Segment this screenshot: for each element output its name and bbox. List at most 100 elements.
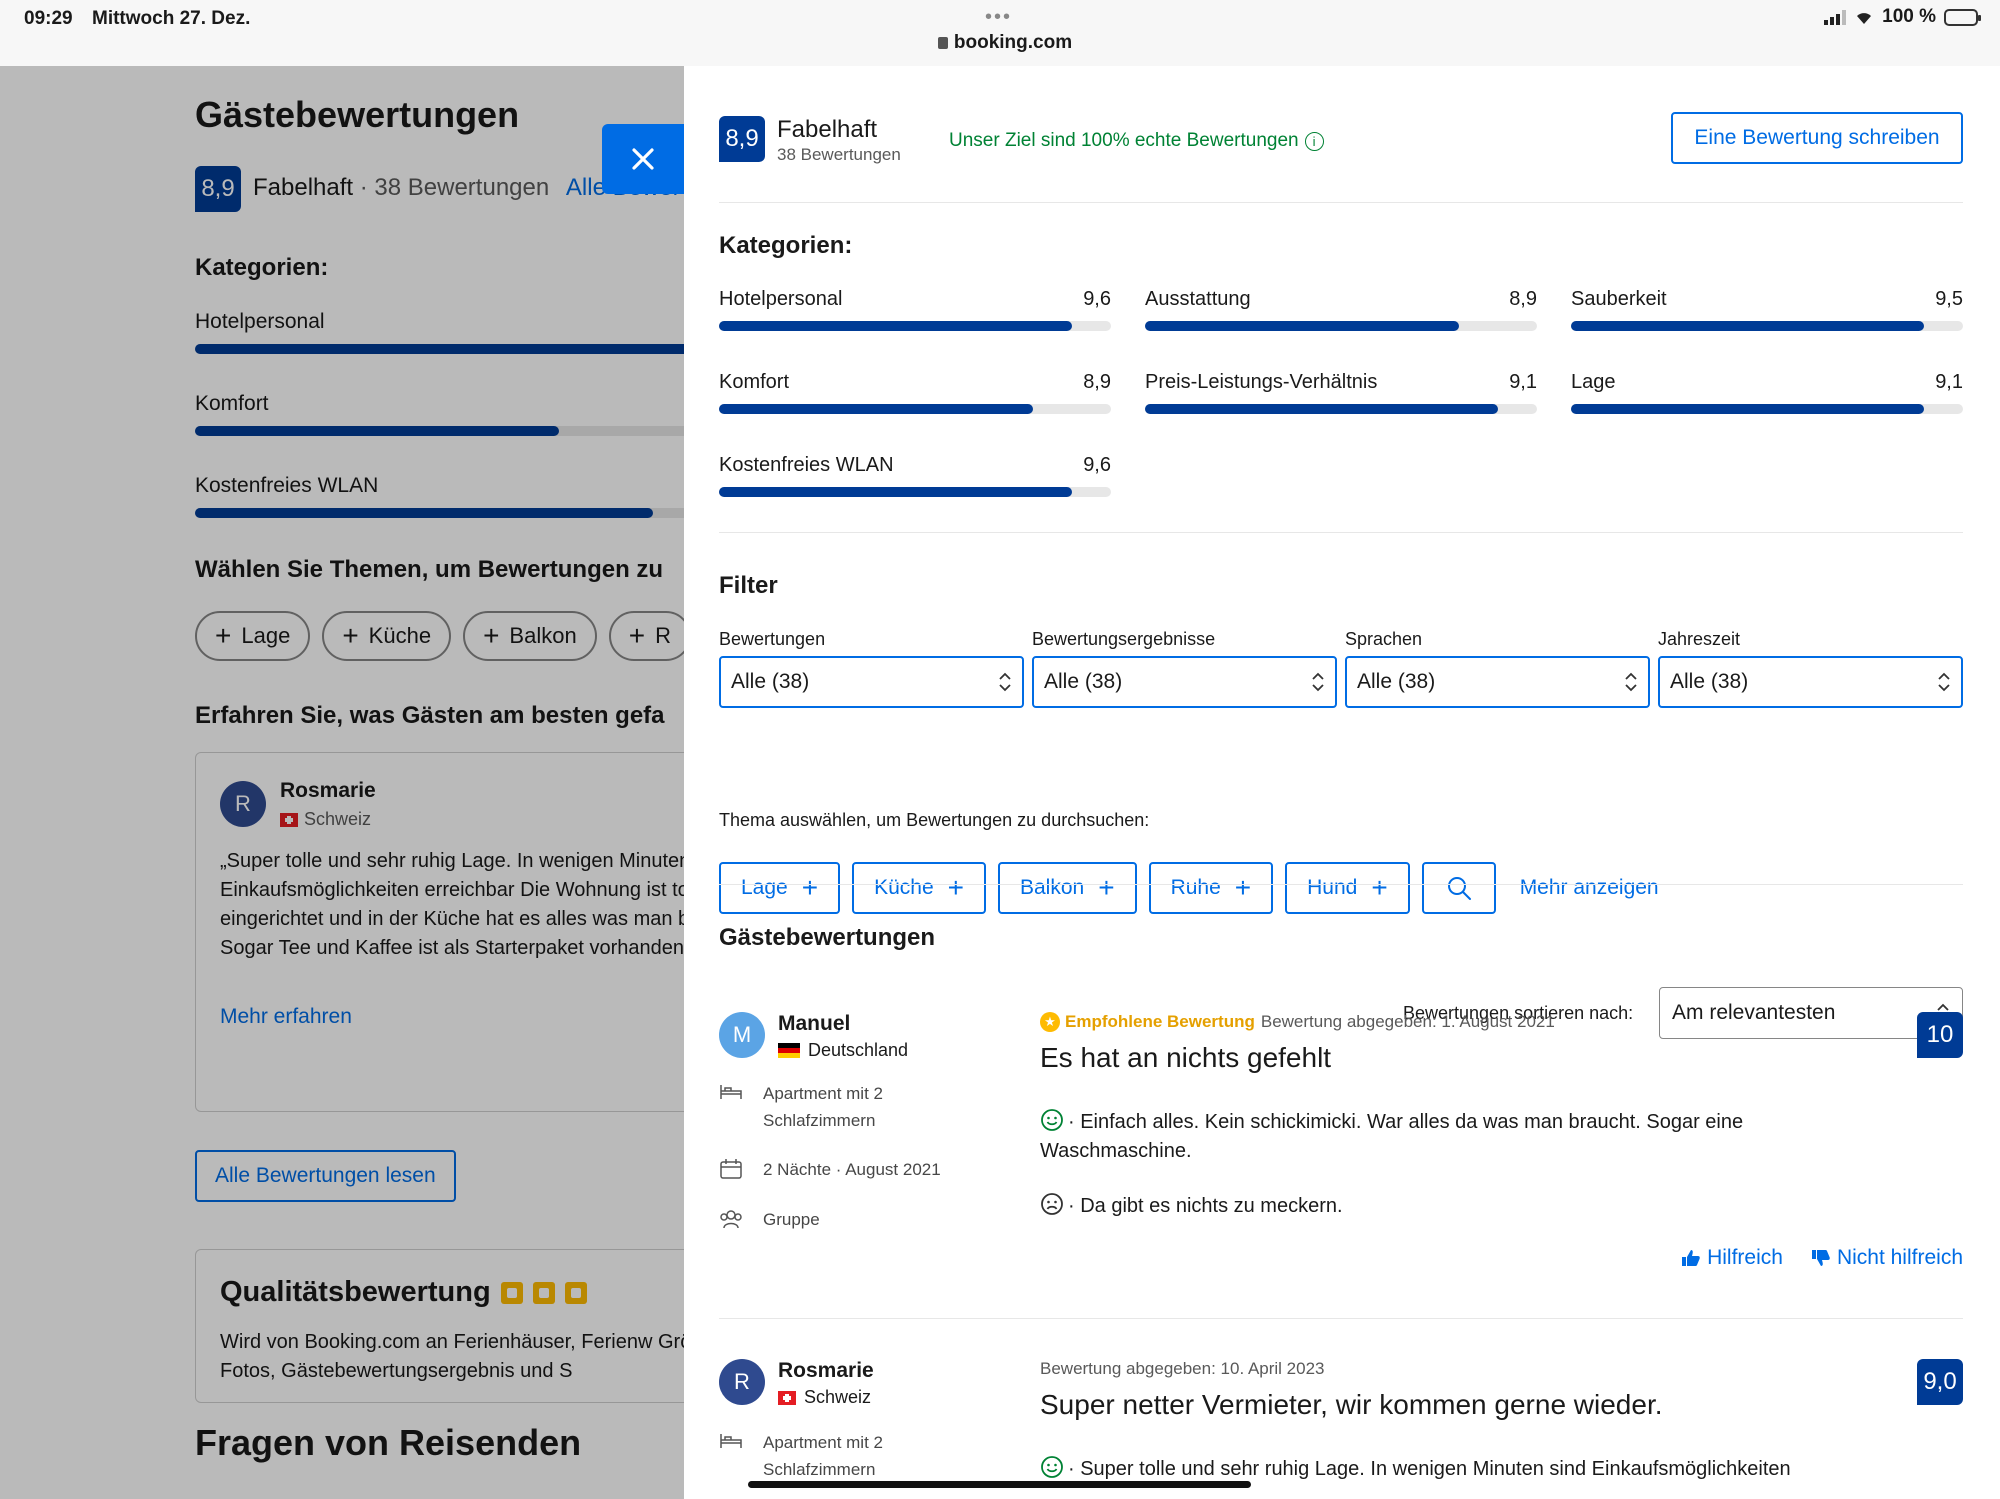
modal-overlay[interactable] xyxy=(0,66,684,1499)
lock-icon xyxy=(937,37,948,49)
theme-chip-ruhe[interactable]: Ruhe + xyxy=(1148,862,1274,914)
theme-chip-lage[interactable]: Lage + xyxy=(719,862,841,914)
not-helpful-button[interactable]: Nicht hilfreich xyxy=(1811,1246,1963,1270)
category-label: Sauberkeit xyxy=(1571,288,1667,310)
theme-search-button[interactable] xyxy=(1421,862,1496,914)
positive-text: · Einfach alles. Kein schickimicki. War … xyxy=(1040,1111,1744,1162)
category-label: Komfort xyxy=(719,371,790,393)
helpful-button[interactable]: Hilfreich xyxy=(1681,1246,1783,1270)
filter-select-scores[interactable]: Alle (38) xyxy=(1032,656,1337,708)
more-dots-icon[interactable]: ••• xyxy=(985,6,1012,29)
battery-icon xyxy=(1944,8,1981,26)
traveller-type: Gruppe xyxy=(719,1206,979,1233)
cellular-signal-icon xyxy=(1824,9,1847,25)
chevron-updown-icon xyxy=(1938,672,1950,692)
search-icon xyxy=(1447,877,1471,900)
review-title: Es hat an nichts gefehlt xyxy=(1040,1042,1332,1073)
url-bar[interactable]: booking.com xyxy=(930,32,1080,54)
star-icon: ★ xyxy=(1040,1012,1060,1032)
theme-chip-kueche[interactable]: Küche + xyxy=(852,862,986,914)
category-bar xyxy=(1571,404,1963,414)
theme-chip-balkon[interactable]: Balkon + xyxy=(997,862,1137,914)
review-date: Bewertung abgegeben: 1. August 2021 xyxy=(1260,1012,1555,1031)
close-icon xyxy=(632,148,654,170)
goal-text: Unser Ziel sind 100% echte Bewertungen xyxy=(949,130,1299,151)
category-label: Ausstattung xyxy=(1145,288,1251,310)
filter-heading: Filter xyxy=(719,572,778,599)
review-feedback: Hilfreich Nicht hilfreich xyxy=(1681,1246,1963,1270)
thumbs-down-icon xyxy=(1811,1250,1830,1266)
review-item: R Rosmarie Schweiz Apartment mit 2 Schla… xyxy=(719,1359,1963,1499)
helpful-label: Hilfreich xyxy=(1707,1246,1783,1269)
category-bar xyxy=(1145,404,1537,414)
filter-scores: Bewertungsergebnisse Alle (38) xyxy=(1032,629,1337,708)
status-indicators: 100 % xyxy=(1824,6,1981,28)
divider xyxy=(719,884,1963,885)
chevron-updown-icon xyxy=(999,672,1011,692)
review-positive: · Super tolle und sehr ruhig Lage. In we… xyxy=(1040,1455,1900,1484)
group-icon xyxy=(720,1210,742,1229)
authentic-reviews-note[interactable]: Unser Ziel sind 100% echte Bewertungen i xyxy=(949,130,1324,152)
category-label: Hotelpersonal xyxy=(719,288,843,310)
filter-select-season[interactable]: Alle (38) xyxy=(1658,656,1963,708)
category-wlan: Kostenfreies WLAN 9,6 xyxy=(719,454,1111,497)
not-helpful-label: Nicht hilfreich xyxy=(1836,1246,1963,1269)
review-header: ★ Empfohlene Bewertung Bewertung abgegeben… xyxy=(1040,1012,1555,1032)
category-value: 9,6 xyxy=(1083,288,1111,310)
select-value: Alle (38) xyxy=(731,670,810,693)
chevron-updown-icon xyxy=(1312,672,1324,692)
german-flag-icon xyxy=(778,1043,800,1058)
negative-text: · Da gibt es nichts zu meckern. xyxy=(1068,1195,1343,1217)
filter-label: Bewertungsergebnisse xyxy=(1032,629,1216,649)
theme-chip-hund[interactable]: Hund + xyxy=(1285,862,1410,914)
score-word: Fabelhaft xyxy=(777,116,878,143)
select-value: Alle (38) xyxy=(1044,670,1123,693)
review-positive: · Einfach alles. Kein schickimicki. War … xyxy=(1040,1108,1840,1166)
categories-heading: Kategorien: xyxy=(719,232,853,259)
reviews-heading: Gästebewertungen xyxy=(719,924,936,951)
category-value: 9,1 xyxy=(1935,371,1963,393)
chip-label: Küche xyxy=(874,876,934,899)
write-review-button[interactable]: Eine Bewertung schreiben xyxy=(1671,112,1963,164)
reviewer-name: Manuel xyxy=(778,1012,851,1035)
close-button[interactable] xyxy=(602,124,684,194)
divider xyxy=(719,1318,1963,1319)
stay-text: 2 Nächte · August 2021 xyxy=(763,1160,941,1179)
reviewer-country: Deutschland xyxy=(778,1040,908,1061)
filter-select-languages[interactable]: Alle (38) xyxy=(1345,656,1650,708)
filter-label: Jahreszeit xyxy=(1658,629,1741,649)
battery-percent: 100 % xyxy=(1882,6,1936,27)
smiley-happy-icon xyxy=(1041,1456,1063,1478)
review-negative: · Da gibt es nichts zu meckern. xyxy=(1040,1192,1840,1221)
chip-label: Balkon xyxy=(1019,876,1085,899)
score-badge: 8,9 xyxy=(719,116,765,162)
recommended-badge: ★ Empfohlene Bewertung xyxy=(1040,1012,1255,1032)
chevron-updown-icon xyxy=(1625,672,1637,692)
date: Mittwoch 27. Dez. xyxy=(92,8,251,29)
review-score: 10 xyxy=(1917,1012,1963,1058)
bed-icon xyxy=(720,1085,742,1099)
info-icon[interactable]: i xyxy=(1304,131,1324,151)
status-bar: 09:29 Mittwoch 27. Dez. ••• booking.com … xyxy=(0,0,2000,66)
reviews-panel: 8,9 Fabelhaft 38 Bewertungen Unser Ziel … xyxy=(684,66,2000,1499)
plus-icon: + xyxy=(801,872,819,903)
room-text: Apartment mit 2 Schlafzimmern xyxy=(763,1084,883,1130)
avatar: R xyxy=(719,1359,765,1405)
filter-select-reviewers[interactable]: Alle (38) xyxy=(719,656,1024,708)
review-count: 38 Bewertungen xyxy=(777,145,901,164)
category-value: 9,5 xyxy=(1935,288,1963,310)
review-score: 9,0 xyxy=(1917,1359,1963,1405)
category-lage: Lage 9,1 xyxy=(1571,371,1963,414)
category-value: 8,9 xyxy=(1509,288,1537,310)
category-bar xyxy=(719,487,1111,497)
review-header: Bewertung abgegeben: 10. April 2023 xyxy=(1040,1359,1325,1379)
category-label: Preis-Leistungs-Verhältnis xyxy=(1145,371,1378,393)
home-indicator[interactable] xyxy=(748,1481,1251,1488)
filter-label: Sprachen xyxy=(1345,629,1423,649)
select-value: Alle (38) xyxy=(1670,670,1749,693)
category-value: 8,9 xyxy=(1083,371,1111,393)
room-type: Apartment mit 2 Schlafzimmern xyxy=(719,1080,979,1134)
positive-text: · Super tolle und sehr ruhig Lage. In we… xyxy=(1068,1458,1791,1480)
divider xyxy=(719,202,1963,203)
show-more-link[interactable]: Mehr anzeigen xyxy=(1520,876,1659,900)
